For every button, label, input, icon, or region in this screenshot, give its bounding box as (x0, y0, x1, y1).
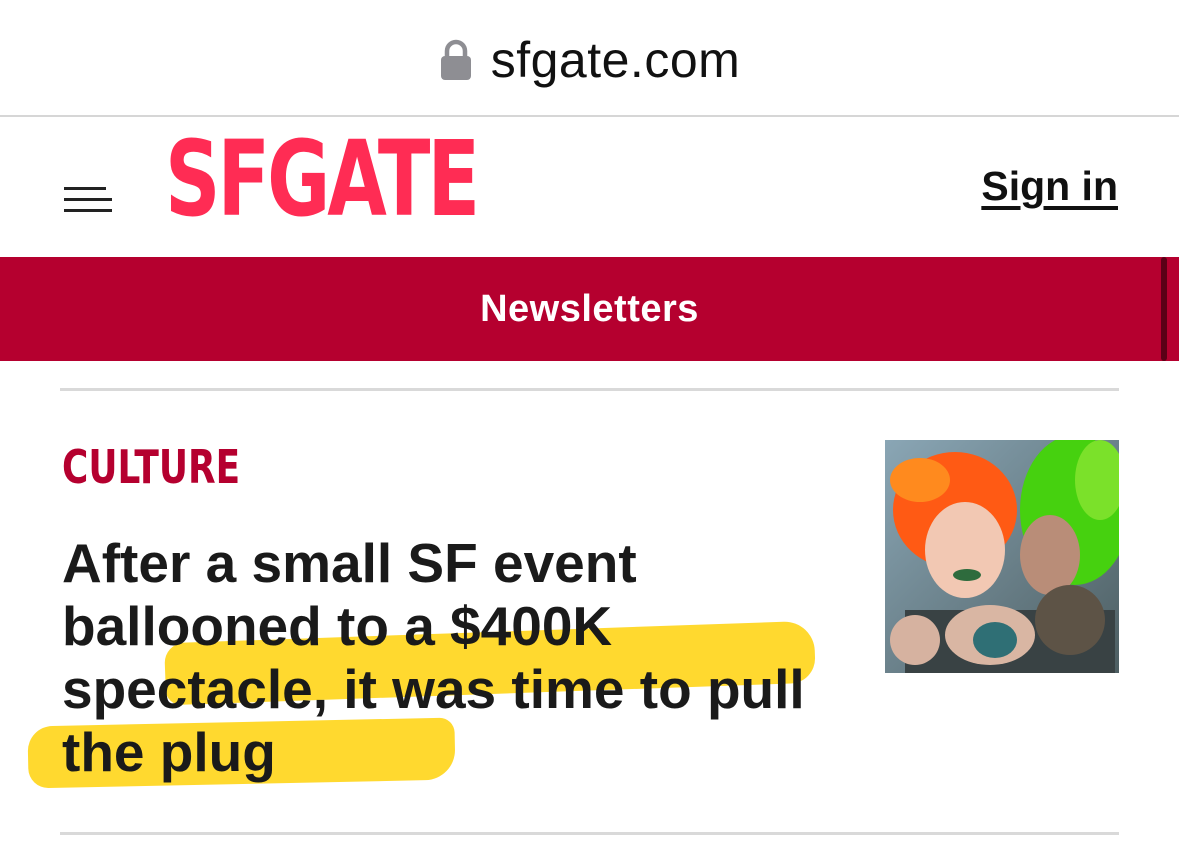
scrollbar[interactable] (1161, 257, 1167, 361)
browser-url-bar[interactable]: sfgate.com (0, 0, 1179, 117)
sfgate-logo[interactable]: SFGATE (165, 127, 480, 231)
newsletters-banner[interactable]: Newsletters (0, 257, 1179, 361)
article-thumbnail-image[interactable] (885, 440, 1119, 673)
divider (60, 832, 1119, 835)
hamburger-menu-icon[interactable] (64, 187, 112, 213)
section-kicker[interactable]: CULTURE (62, 440, 240, 494)
site-header: SFGATE Sign in (0, 117, 1179, 257)
newsletters-label[interactable]: Newsletters (480, 288, 699, 331)
url-text[interactable]: sfgate.com (491, 31, 741, 89)
sign-in-link[interactable]: Sign in (981, 163, 1118, 210)
divider (60, 388, 1119, 391)
article-headline[interactable]: After a small SF event ballooned to a $4… (62, 532, 822, 784)
url-display[interactable]: sfgate.com (0, 30, 1179, 90)
lock-icon (440, 39, 471, 80)
